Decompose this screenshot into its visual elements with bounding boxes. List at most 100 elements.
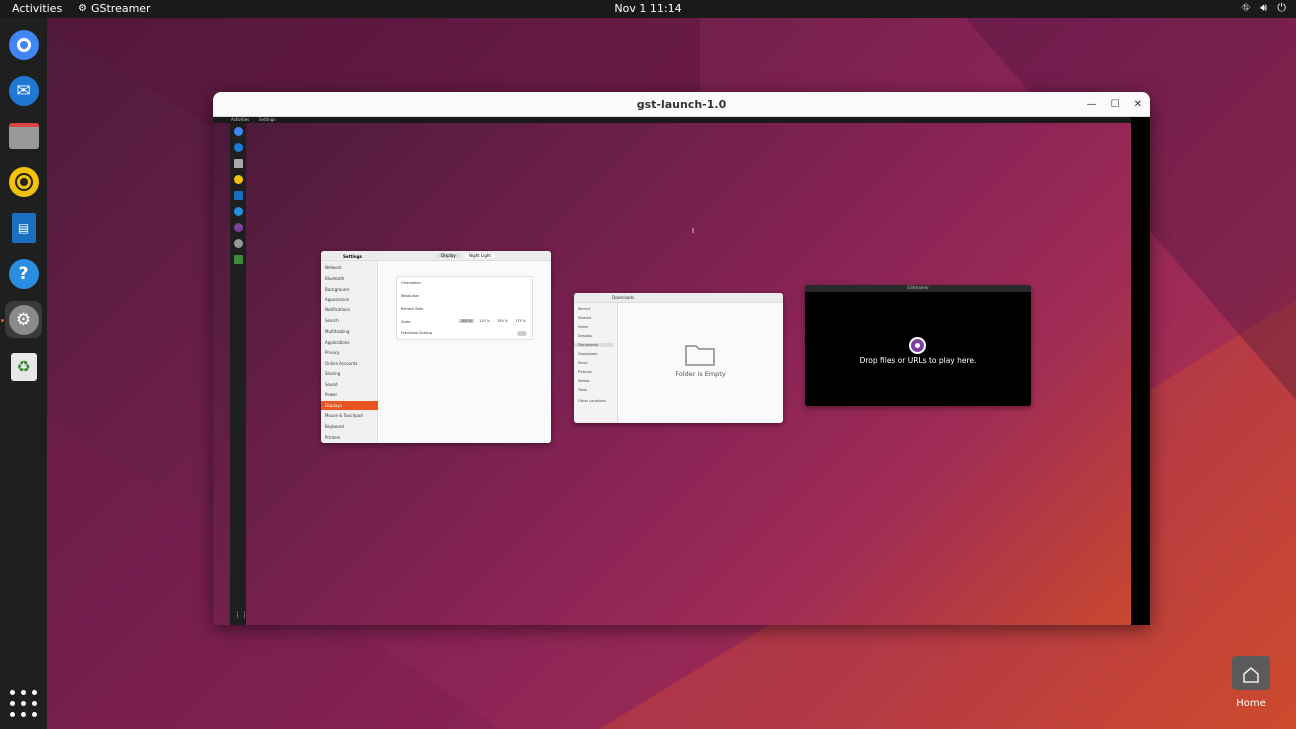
dock-item-chromium[interactable]	[5, 26, 42, 63]
folder-icon	[8, 122, 39, 149]
files-item-desktop[interactable]: Desktop	[578, 334, 592, 338]
sidebar-item-online-accounts[interactable]: Online Accounts	[325, 361, 357, 366]
volume-icon: 🔊︎	[1260, 1, 1268, 14]
app-menu-label: GStreamer	[90, 2, 151, 15]
dock-item-settings[interactable]: ⚙	[5, 301, 42, 338]
maximize-button[interactable]: ☐	[1111, 99, 1120, 110]
inner-top-bar: Activities Settings	[213, 117, 1131, 123]
settings-window-thumbnail[interactable]: Settings Display Night Light Network Blu…	[321, 251, 551, 443]
tab-night-light[interactable]: Night Light	[465, 253, 495, 258]
sidebar-item-keyboard[interactable]: Keyboard	[325, 424, 344, 429]
sidebar-item-sharing[interactable]: Sharing	[325, 371, 340, 376]
scale-option-125[interactable]: 125 %	[477, 319, 492, 323]
music-icon	[8, 166, 39, 197]
orientation-label: Orientation	[401, 281, 421, 285]
sidebar-item-notifications[interactable]: Notifications	[325, 307, 350, 312]
files-item-home[interactable]: Home	[578, 325, 588, 329]
sidebar-item-sound[interactable]: Sound	[325, 382, 338, 387]
app-menu[interactable]: ⚙ GStreamer	[78, 2, 151, 15]
files-path: Downloads	[612, 295, 634, 300]
drop-files-message: Drop files or URLs to play here.	[859, 356, 977, 365]
resolution-label: Resolution	[401, 294, 420, 298]
dock-item-writer[interactable]: ▤	[5, 209, 42, 246]
dock-item-help[interactable]: ?	[5, 255, 42, 292]
music-icon	[234, 175, 243, 184]
network-icon: ⛗	[1241, 1, 1251, 14]
player-logo-icon	[909, 337, 926, 354]
document-icon: ▤	[11, 212, 36, 243]
minimize-button[interactable]: —	[1087, 99, 1097, 110]
dock-item-thunderbird[interactable]: ✉	[5, 72, 42, 109]
sidebar-item-displays[interactable]: Displays	[321, 401, 378, 410]
scale-option-100[interactable]: 100 %	[459, 319, 475, 323]
close-button[interactable]: ✕	[1134, 99, 1142, 110]
system-tray[interactable]: ⛗ 🔊︎ ⏻	[1242, 1, 1286, 15]
dock-item-trash[interactable]: ♻	[5, 348, 42, 385]
files-item-videos[interactable]: Videos	[578, 379, 590, 383]
fractional-scaling-toggle[interactable]	[517, 331, 527, 336]
help-icon: ?	[8, 258, 39, 289]
trash-icon: ♻	[10, 352, 37, 381]
files-item-music[interactable]: Music	[578, 361, 588, 365]
files-item-starred[interactable]: Starred	[578, 316, 591, 320]
scale-label: Scale	[401, 320, 411, 324]
empty-folder-icon	[685, 345, 715, 366]
files-item-other-locations[interactable]: Other Locations	[578, 399, 606, 403]
folder-empty-text: Folder is Empty	[675, 370, 726, 378]
grid-icon[interactable]: ⋮⋮	[234, 611, 248, 619]
browser-icon	[234, 127, 243, 136]
sidebar-item-printers[interactable]: Printers	[325, 435, 340, 440]
sidebar-item-applications[interactable]: Applications	[325, 340, 349, 345]
files-item-trash[interactable]: Trash	[578, 388, 587, 392]
sidebar-item-bluetooth[interactable]: Bluetooth	[325, 276, 344, 281]
settings-header: Settings Display Night Light	[321, 251, 551, 261]
settings-title: Settings	[343, 254, 362, 259]
sidebar-item-multitasking[interactable]: Multitasking	[325, 329, 349, 334]
top-bar: Activities ⚙ GStreamer Nov 1 11:14 ⛗ 🔊︎ …	[0, 0, 1296, 18]
files-item-documents[interactable]: Documents	[574, 343, 614, 347]
cursor-icon: I	[692, 227, 695, 235]
files-item-downloads[interactable]: Downloads	[578, 352, 597, 356]
gear-icon: ⚙	[8, 304, 39, 335]
browser-icon	[8, 29, 39, 60]
window-titlebar[interactable]: gst-launch-1.0	[213, 92, 1150, 117]
files-item-pictures[interactable]: Pictures	[578, 370, 592, 374]
files-window-thumbnail[interactable]: Downloads Recent Starred Home Desktop Do…	[574, 293, 783, 423]
home-label: Home	[1236, 698, 1266, 709]
inner-app-menu: Settings	[259, 117, 276, 122]
nested-desktop-view: Activities Settings ⋮⋮ I Settings Displa…	[213, 117, 1131, 625]
display-settings-panel: Orientation Resolution Refresh Rate Scal…	[396, 276, 533, 340]
sidebar-item-privacy[interactable]: Privacy	[325, 350, 339, 355]
activities-button[interactable]: Activities	[12, 2, 62, 15]
document-icon	[234, 191, 243, 200]
gstreamer-player-thumbnail[interactable]: GStreamer Drop files or URLs to play her…	[805, 285, 1031, 406]
dock: ✉ ▤ ? ⚙ ♻	[0, 18, 47, 729]
sidebar-item-power[interactable]: Power	[325, 392, 337, 397]
scale-option-150[interactable]: 150 %	[495, 319, 510, 323]
fractional-scaling-label: Fractional Scaling	[401, 331, 432, 335]
desktop-home-icon[interactable]: Home	[1226, 656, 1276, 709]
window-title: gst-launch-1.0	[636, 98, 727, 111]
trash-icon	[234, 255, 243, 264]
sidebar-item-appearance[interactable]: Appearance	[325, 297, 349, 302]
show-apps-button[interactable]	[10, 690, 37, 717]
gst-launch-window[interactable]: gst-launch-1.0 — ☐ ✕ Activities Settings…	[213, 92, 1150, 625]
sidebar-item-mouse[interactable]: Mouse & Touchpad	[325, 413, 363, 418]
clock[interactable]: Nov 1 11:14	[614, 2, 681, 15]
inner-dock: ⋮⋮	[230, 123, 248, 625]
scale-option-175[interactable]: 175 %	[513, 319, 528, 323]
gstreamer-icon: ⚙	[78, 3, 87, 14]
gstreamer-icon	[234, 223, 243, 232]
refresh-rate-label: Refresh Rate	[401, 307, 424, 311]
inner-activities: Activities	[231, 117, 250, 122]
files-item-recent[interactable]: Recent	[578, 307, 590, 311]
gear-icon	[234, 239, 243, 248]
power-icon: ⏻	[1277, 1, 1286, 14]
tab-display[interactable]: Display	[437, 253, 460, 258]
dock-item-rhythmbox[interactable]	[5, 163, 42, 200]
dock-item-files[interactable]	[5, 117, 42, 154]
folder-icon	[234, 159, 243, 168]
sidebar-item-network[interactable]: Network	[325, 265, 342, 270]
sidebar-item-background[interactable]: Background	[325, 287, 349, 292]
sidebar-item-search[interactable]: Search	[325, 318, 339, 323]
